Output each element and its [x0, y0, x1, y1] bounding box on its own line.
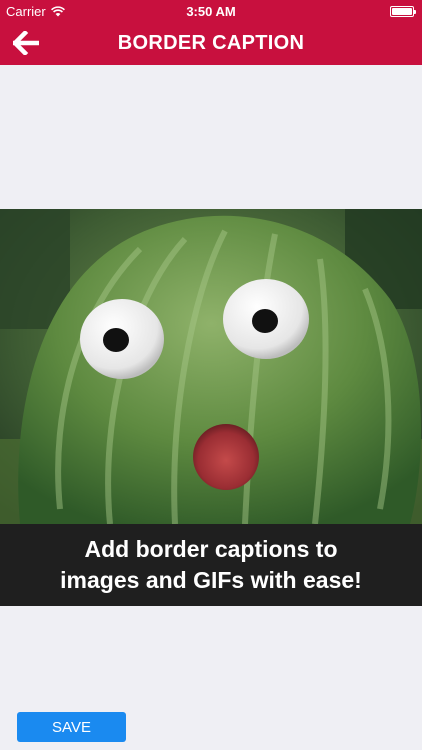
caption-band: Add border captions to images and GIFs w… — [0, 524, 422, 606]
save-button[interactable]: SAVE — [17, 712, 126, 742]
battery-full-icon — [390, 6, 416, 17]
status-time: 3:50 AM — [186, 4, 236, 19]
watermelon-photo — [0, 209, 422, 524]
nav-bar: BORDER CAPTION — [0, 22, 422, 65]
page-title: BORDER CAPTION — [117, 32, 305, 54]
captioned-image: Add border captions to images and GIFs w… — [0, 209, 422, 606]
caption-line-2: images and GIFs with ease! — [60, 567, 362, 593]
status-bar: Carrier 3:50 AM — [0, 0, 422, 22]
screen: Carrier 3:50 AM BORDER CAPTION Add borde… — [0, 0, 422, 750]
caption-line-1: Add border captions to — [84, 536, 338, 562]
